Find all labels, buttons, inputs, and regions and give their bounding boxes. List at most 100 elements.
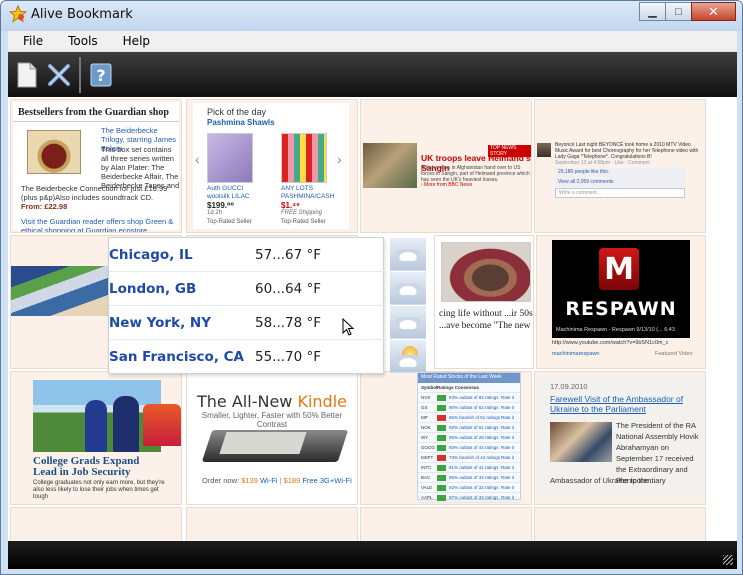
stock-symbol: VALE [421,485,433,490]
tile-kindle-ad[interactable]: The All-New Kindle Smaller, Lighter, Fas… [186,371,358,505]
tile-respawn-video[interactable]: M RESPAWN Machinima Respawn - Respawn 9/… [536,235,706,369]
machinima-logo-icon: M [599,248,639,290]
minimize-button[interactable]: ▁ [639,2,666,21]
tile-row4-4[interactable] [534,507,706,541]
weather-widget[interactable]: Chicago, IL 57...67 °F London, GB 60...6… [108,237,426,374]
college-headline[interactable]: College Grads Expand Lead in Job Securit… [33,456,165,478]
stock-row[interactable]: WY 96% outlast of 28 ratings Rate it [418,433,520,443]
post-meta: September 13 at 4:58pm · Like · Comment [555,160,650,166]
article-text: cing life without ...ir 50s ...ave becom… [439,309,533,331]
tile-row4-2[interactable] [186,507,358,541]
app-window: Alive Bookmark ▁ □ ✕ File Tools Help ? B… [0,0,743,575]
stock-symbol: MP [421,415,428,420]
kindle-order-line[interactable]: Order now: $139 Wi-Fi | $189 Free 3G+Wi-… [202,476,352,485]
ebay-item-2[interactable]: ANY LOTS PASHMINA/CASH [281,185,339,201]
stocks-list: NVS 83% outlast of 83 ratings Rate it GS 90%… [418,393,520,503]
book-cover-image [27,130,81,174]
tile-bbc-news[interactable]: TOP NEWS STORY UK troops leave Helmand's… [360,99,532,233]
city-name: Chicago, IL [109,247,193,263]
rating-bar [437,455,446,461]
3g-price: $189 [283,476,301,485]
more-news-link[interactable]: › More from BBC News [421,182,472,188]
maximize-button[interactable]: □ [665,2,692,21]
stock-row[interactable]: VALE 92% outlast of 33 ratings Rate it [418,483,520,493]
resize-grip-icon[interactable] [723,555,733,565]
rating-text: 83% outlast of 83 ratings [449,395,499,400]
tile-row4-1[interactable] [10,507,182,541]
tile-facebook-post[interactable]: Beyoncé Last night BEYONCÉ took home a 2… [534,99,706,233]
rating-text: 93% outlast of 44 ratings [449,445,499,450]
bookmark-grid: Bestsellers from the Guardian shop The B… [8,97,737,541]
shawl-multicolor-image[interactable] [281,133,327,183]
rate-it-link[interactable]: Rate it [501,405,514,410]
weather-row[interactable]: London, GB 60...64 °F [109,272,426,306]
rate-it-link[interactable]: Rate it [501,435,514,440]
video-url[interactable]: http://www.youtube.com/watch?v=9bSN1c0m_… [552,340,690,346]
tile-college-grads[interactable]: College Grads Expand Lead in Job Securit… [10,371,182,505]
weather-row[interactable]: San Francisco, CA 55...70 °F [109,340,426,374]
rate-it-link[interactable]: Rate it [501,495,514,500]
new-bookmark-button[interactable] [13,60,41,90]
ebay-free-shipping: FREE Shipping [281,210,323,216]
rating-text: 73% bearish of 44 ratings [449,455,501,460]
rate-it-link[interactable]: Rate it [501,455,514,460]
stock-row[interactable]: BAC 96% outlast of 34 ratings Rate it [418,473,520,483]
tile-stocks[interactable]: Most Rated Stocks of the Last Week Symbo… [360,371,532,505]
rating-bar [437,425,446,431]
rate-it-link[interactable]: Rate it [501,395,514,400]
guardian-footer-link[interactable]: Visit the Guardian reader offers shop Gr… [21,217,181,232]
view-comments-link[interactable]: View all 2,059 comments [555,178,685,187]
rating-text: 92% outlast of 33 ratings [449,485,499,490]
rate-it-link[interactable]: Rate it [501,475,514,480]
stock-row[interactable]: MP 86% bearish of 51 ratings Rate it [418,413,520,423]
menu-file[interactable]: File [8,34,53,48]
stock-row[interactable]: INTC 81% outlast of 41 ratings Rate it [418,463,520,473]
rating-bar [437,405,446,411]
tile-guardian-shop[interactable]: Bestsellers from the Guardian shop The B… [10,99,182,233]
soccer-players-image [11,266,109,316]
temperature: 60...64 °F [255,281,322,297]
rate-it-link[interactable]: Rate it [501,485,514,490]
video-thumbnail[interactable]: M RESPAWN Machinima Respawn - Respawn 9/… [552,240,690,338]
wifi-label: Wi-Fi [257,476,278,485]
delete-bookmark-button[interactable] [45,60,73,90]
menu-tools[interactable]: Tools [53,34,108,48]
tile-ebay-pick[interactable]: Pick of the day Pashmina Shawls ‹ › Auth… [186,99,358,233]
stock-row[interactable]: MSFT 73% bearish of 44 ratings Rate it [418,453,520,463]
ebay-item-1[interactable]: Auth GUCCI woolsilk LILAC [207,185,265,201]
rating-bar [437,495,446,501]
rate-it-link[interactable]: Rate it [501,465,514,470]
top-rated-seller-2: Top-Rated Seller [281,219,326,225]
weather-row[interactable]: Chicago, IL 57...67 °F [109,238,426,272]
stock-row[interactable]: NOK 92% outlast of 51 ratings Rate it [418,423,520,433]
shawl-lilac-image[interactable] [207,133,253,183]
new-page-icon [17,62,37,87]
kindle-screen [219,432,307,454]
next-arrow-icon[interactable]: › [337,151,342,167]
rate-it-link[interactable]: Rate it [501,415,514,420]
likes-count[interactable]: 29,180 people like this. [555,168,685,177]
stock-row[interactable]: AAPL 87% outlast of 33 ratings Rate it [418,493,520,503]
rate-it-link[interactable]: Rate it [501,425,514,430]
title-bar[interactable]: Alive Bookmark ▁ □ ✕ [1,1,742,31]
rate-it-link[interactable]: Rate it [501,445,514,450]
ebay-price-1: $199.⁰⁰ [207,201,235,210]
stocks-title: Most Rated Stocks of the Last Week [418,373,520,383]
tile-article-woman[interactable]: cing life without ...ir 50s ...ave becom… [434,235,534,369]
stock-symbol: INTC [421,465,432,470]
stock-row[interactable]: NVS 83% outlast of 83 ratings Rate it [418,393,520,403]
tile-row4-3[interactable] [360,507,532,541]
tile-ukraine-news[interactable]: 17.09.2010 Farewell Visit of the Ambassa… [534,371,706,505]
ebay-subtitle[interactable]: Pashmina Shawls [207,118,275,127]
prev-arrow-icon[interactable]: ‹ [195,151,200,167]
close-button[interactable]: ✕ [691,2,736,21]
menu-help[interactable]: Help [108,34,160,48]
cloud-icon [390,306,426,339]
rating-bar [437,485,446,491]
stock-row[interactable]: GOOG 93% outlast of 44 ratings Rate it [418,443,520,453]
top-rated-seller-1: Top-Rated Seller [207,219,252,225]
stock-row[interactable]: GS 90% outlast of 62 ratings Rate it [418,403,520,413]
comment-input[interactable]: Write a comment... [555,188,685,198]
help-button[interactable]: ? [87,60,115,90]
ukraine-headline[interactable]: Farewell Visit of the Ambassador of Ukra… [550,394,700,414]
